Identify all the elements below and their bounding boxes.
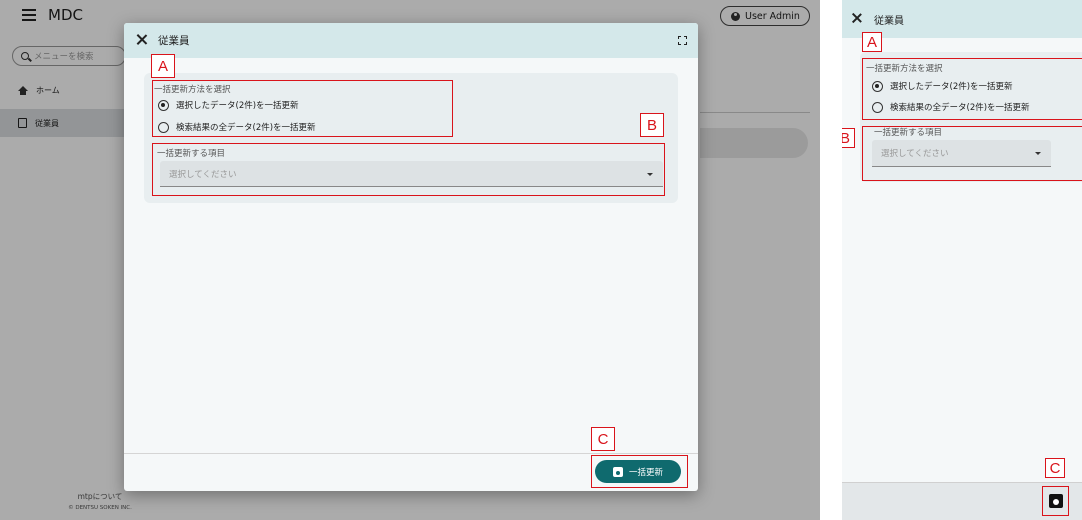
annotation-label-c: C bbox=[591, 427, 615, 451]
close-icon[interactable] bbox=[852, 13, 862, 23]
dialog-title: 従業員 bbox=[874, 16, 904, 27]
annotation-label-b: B bbox=[640, 113, 664, 137]
annotation-box-c bbox=[1042, 486, 1069, 516]
close-icon[interactable] bbox=[136, 34, 147, 45]
desktop-screen: MDC User Admin メニューを検索 ホーム 従業員 mtpについて ©… bbox=[0, 0, 820, 520]
annotation-box-b bbox=[152, 143, 665, 196]
annotation-label-a: A bbox=[862, 32, 882, 52]
dialog-header: 従業員 bbox=[124, 23, 698, 58]
dialog-title: 従業員 bbox=[158, 35, 190, 47]
dialog-footer-divider bbox=[124, 453, 698, 454]
annotation-label-c: C bbox=[1045, 458, 1065, 478]
annotation-label-a: A bbox=[151, 54, 175, 78]
annotation-label-b: B bbox=[842, 128, 855, 148]
fullscreen-icon[interactable] bbox=[678, 36, 687, 45]
annotation-box-b bbox=[862, 126, 1082, 181]
annotation-box-c bbox=[591, 455, 688, 488]
mobile-screen: 従業員 一括更新方法を選択 選択したデータ(2件)を一括更新 検索結果の全データ… bbox=[842, 0, 1082, 520]
annotation-box-a bbox=[862, 58, 1082, 120]
annotation-box-a bbox=[152, 80, 453, 137]
